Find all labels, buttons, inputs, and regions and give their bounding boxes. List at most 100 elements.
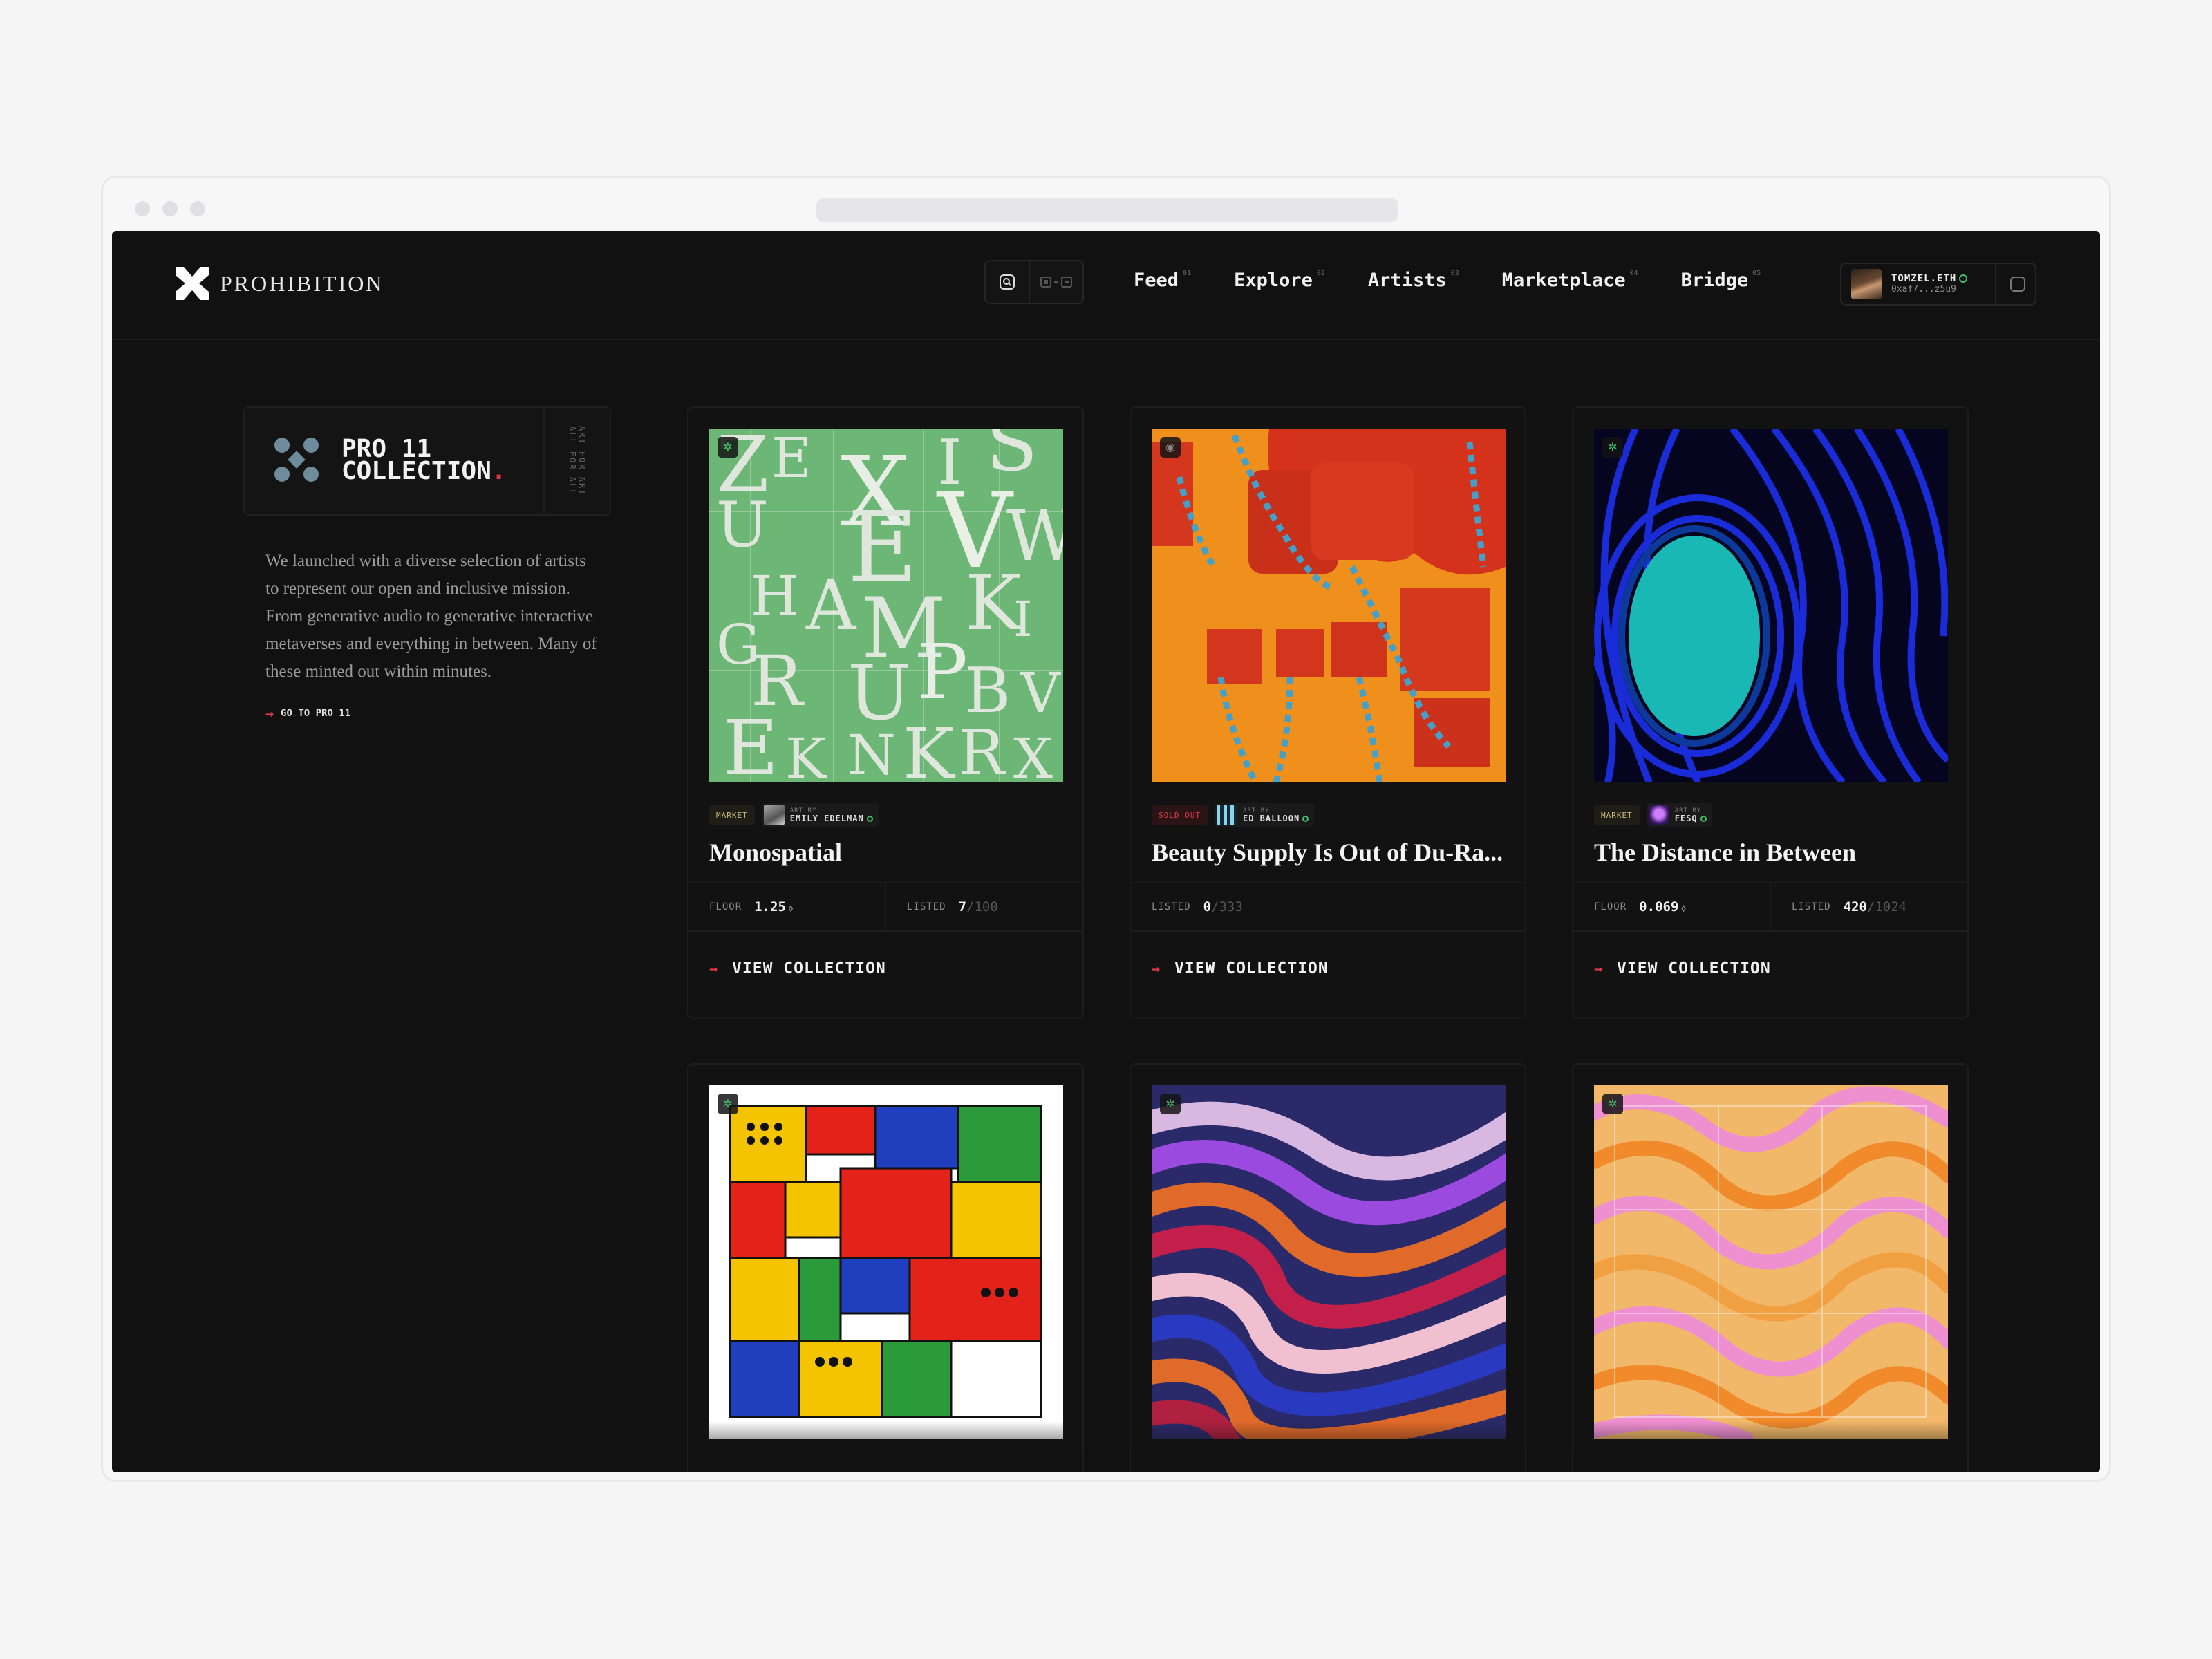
- artwork-pink-marble: [1594, 1085, 1948, 1439]
- listed-value-row: 420/1024: [1844, 899, 1907, 915]
- svg-text:A: A: [805, 565, 857, 646]
- user-info: TOMZEL.ETH 0xaf7...z5u9: [1891, 273, 1968, 294]
- floor-stat: FLOOR 1.25 ⬨: [688, 883, 885, 930]
- card-tags: MARKET ART BY FESQ: [1594, 803, 1712, 827]
- view-collection-label: VIEW COLLECTION: [1174, 959, 1329, 977]
- arrow-right-icon: →: [709, 960, 719, 977]
- wallet-address: 0xaf7...z5u9: [1891, 283, 1956, 294]
- collection-side-label: ALL FOR ALL ART FOR ART: [543, 408, 610, 514]
- collection-card[interactable]: Z E X I S U E V W H A M K I G R U P B V …: [687, 406, 1084, 1019]
- user-account[interactable]: TOMZEL.ETH 0xaf7...z5u9: [1840, 263, 2036, 306]
- artwork-image[interactable]: ✲: [1594, 429, 1948, 782]
- svg-text:X: X: [1013, 727, 1053, 782]
- floor-value: 1.25: [754, 899, 786, 915]
- collection-title-line2: COLLECTION.: [341, 457, 506, 485]
- artist-name-row: FESQ: [1675, 814, 1707, 823]
- listed-value: 0: [1203, 899, 1212, 915]
- svg-text:N: N: [847, 723, 896, 782]
- search-icon: [1000, 274, 1015, 290]
- nav-item-artists[interactable]: Artists 03: [1368, 270, 1459, 291]
- collection-description: We launched with a diverse selection of …: [265, 552, 597, 681]
- listed-value: 7: [958, 899, 967, 915]
- artist-avatar: [1216, 805, 1237, 825]
- artwork-geometric-grid: [709, 1085, 1063, 1439]
- eth-icon: ⬨: [788, 903, 794, 914]
- artist-chip[interactable]: ART BY EMILY EDELMAN: [761, 803, 879, 827]
- wallet-menu-button[interactable]: [2010, 276, 2025, 292]
- user-name-row: TOMZEL.ETH: [1891, 273, 1968, 285]
- artist-name-row: ED BALLOON: [1243, 814, 1309, 823]
- card-title[interactable]: The Distance in Between: [1594, 838, 1953, 867]
- collection-title-text: COLLECTION: [341, 457, 491, 485]
- artist-chip[interactable]: ART BY FESQ: [1646, 803, 1712, 827]
- nav-number: 02: [1316, 270, 1325, 277]
- arrow-right-icon: →: [1594, 960, 1604, 977]
- artist-name: FESQ: [1674, 813, 1698, 823]
- go-to-label: GO TO PRO 11: [281, 708, 351, 719]
- nav-item-bridge[interactable]: Bridge 05: [1681, 270, 1761, 291]
- collection-card[interactable]: ◉ SOLD OUT ART BY ED BALLOON Beauty Supp…: [1130, 406, 1526, 1019]
- card-title[interactable]: Monospatial: [709, 838, 1069, 867]
- artwork-image[interactable]: ✲: [1152, 1085, 1506, 1439]
- svg-text:P: P: [917, 628, 968, 716]
- nav-item-marketplace[interactable]: Marketplace 04: [1502, 270, 1638, 291]
- view-collection-button[interactable]: → VIEW COLLECTION: [1594, 959, 1771, 977]
- status-badge: MARKET: [1594, 805, 1640, 825]
- nav-item-feed[interactable]: Feed 01: [1134, 270, 1191, 291]
- address-bar[interactable]: [816, 198, 1398, 222]
- collection-card[interactable]: ✲ MARKET ART BY FESQ The Distance in Bet…: [1572, 406, 1969, 1019]
- listed-label: LISTED: [907, 901, 946, 912]
- nav-label: Bridge: [1680, 270, 1749, 291]
- artwork-image[interactable]: Z E X I S U E V W H A M K I G R U P B V …: [709, 429, 1063, 782]
- window-dot-maximize[interactable]: [190, 201, 205, 216]
- collection-card[interactable]: ✲: [687, 1063, 1084, 1472]
- artwork-beauty-supply: [1152, 429, 1506, 782]
- view-collection-button[interactable]: → VIEW COLLECTION: [1152, 959, 1329, 977]
- app-screen: PROHIBITION Feed 01 Explore 02 Artists 0…: [112, 231, 2100, 1472]
- artwork-image[interactable]: ✲: [1594, 1085, 1948, 1439]
- listed-value: 420: [1843, 899, 1867, 915]
- header-tools: [984, 260, 1084, 304]
- divider: [1995, 264, 1996, 304]
- view-collection-button[interactable]: → VIEW COLLECTION: [709, 959, 886, 977]
- verified-icon: [1302, 815, 1309, 822]
- user-name: TOMZEL.ETH: [1891, 273, 1957, 285]
- window-dot-minimize[interactable]: [162, 201, 178, 216]
- floor-value-row: 1.25 ⬨: [754, 899, 793, 915]
- card-stats: FLOOR 0.069 ⬨ LISTED 420/1024: [1573, 882, 1967, 932]
- verified-icon: [1700, 815, 1707, 822]
- card-stats: FLOOR 1.25 ⬨ LISTED 7/100: [688, 882, 1082, 932]
- artwork-image[interactable]: ◉: [1152, 429, 1506, 782]
- go-to-pro11-link[interactable]: → GO TO PRO 11: [265, 705, 350, 722]
- listed-total: /1024: [1866, 899, 1907, 915]
- nav-label: Feed: [1134, 270, 1179, 291]
- fade-overlay: [1131, 1421, 1525, 1472]
- brand-logo[interactable]: PROHIBITION: [176, 267, 384, 300]
- artwork-image[interactable]: ✲: [709, 1085, 1063, 1439]
- artist-chip[interactable]: ART BY ED BALLOON: [1214, 803, 1315, 827]
- nav-number: 05: [1752, 270, 1761, 277]
- chain-badge-icon: ✲: [718, 437, 738, 458]
- view-toggle-button[interactable]: [1030, 261, 1082, 303]
- card-title[interactable]: Beauty Supply Is Out of Du-Ra...: [1152, 838, 1511, 867]
- verified-icon: [1959, 274, 1968, 283]
- collection-card[interactable]: ✲: [1572, 1063, 1969, 1472]
- nav-label: Explore: [1234, 270, 1313, 291]
- floor-stat: FLOOR 0.069 ⬨: [1573, 883, 1770, 930]
- window-dot-close[interactable]: [135, 201, 150, 216]
- chain-badge-icon: ✲: [1160, 1094, 1181, 1114]
- nav-item-explore[interactable]: Explore 02: [1234, 270, 1325, 291]
- chain-badge-icon: ✲: [1602, 437, 1623, 458]
- chain-badge-icon: ✲: [1602, 1094, 1623, 1114]
- nav-number: 04: [1629, 270, 1638, 277]
- side-text-2: ART FOR ART: [577, 426, 587, 496]
- search-button[interactable]: [986, 261, 1030, 303]
- window-controls: [135, 201, 205, 216]
- status-badge: MARKET: [709, 805, 755, 825]
- top-header: PROHIBITION Feed 01 Explore 02 Artists 0…: [112, 231, 2100, 340]
- svg-text:E: E: [771, 429, 812, 490]
- artist-avatar: [1648, 805, 1669, 825]
- collection-card[interactable]: ✲: [1130, 1063, 1526, 1472]
- collection-header-box: PRO 11 COLLECTION. ALL FOR ALL ART FOR A…: [243, 406, 611, 516]
- listed-label: LISTED: [1152, 901, 1191, 912]
